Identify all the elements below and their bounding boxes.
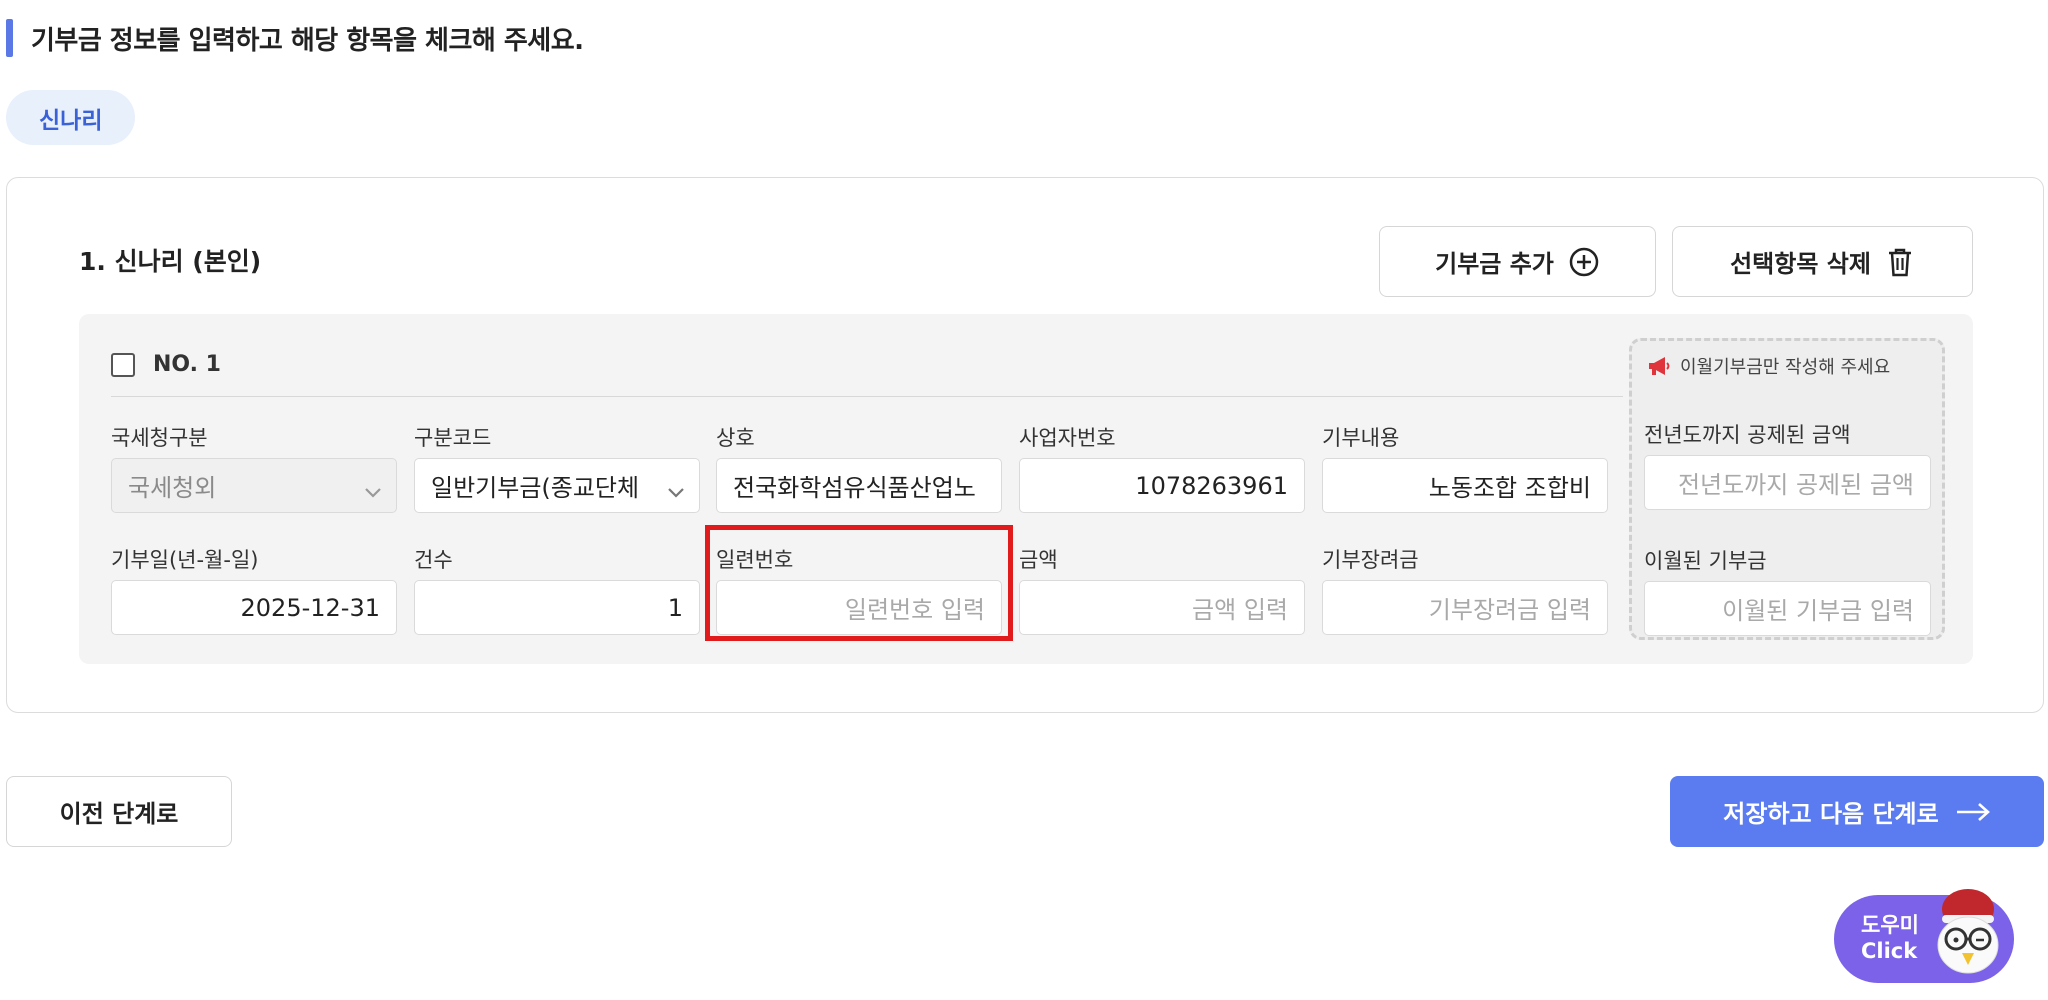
helper-mascot-icon	[1932, 885, 2004, 981]
deducted-amount-placeholder: 전년도까지 공제된 금액	[1677, 471, 1914, 499]
count-label: 건수	[414, 548, 453, 572]
chevron-down-icon	[364, 477, 382, 505]
divider	[111, 396, 1623, 397]
donation-card: 1. 신나리 (본인) 기부금 추가 선택항목 삭제 NO. 1 국세청구분 구…	[6, 177, 2044, 713]
person-tab[interactable]: 신나리	[6, 90, 136, 145]
incentive-label: 기부장려금	[1322, 548, 1419, 572]
megaphone-icon	[1646, 354, 1672, 378]
donation-entry-panel: NO. 1 국세청구분 구분코드 상호 사업자번호 기부내용 국세청외 일반기부…	[79, 314, 1973, 664]
count-value: 1	[667, 593, 683, 622]
donation-date-input[interactable]: 2025-12-31	[111, 580, 397, 635]
helper-label: 도우미 Click	[1861, 912, 1919, 964]
count-input[interactable]: 1	[414, 580, 700, 635]
amount-input[interactable]: 금액 입력	[1019, 580, 1305, 635]
carryover-notice-text: 이월기부금만 작성해 주세요	[1680, 357, 1891, 378]
section-title: 1. 신나리 (본인)	[79, 247, 262, 276]
incentive-placeholder: 기부장려금 입력	[1428, 596, 1591, 624]
tax-type-value: 국세청외	[128, 474, 217, 502]
delete-selected-button[interactable]: 선택항목 삭제	[1672, 226, 1973, 297]
carried-donation-label: 이월된 기부금	[1644, 549, 1767, 573]
add-donation-button[interactable]: 기부금 추가	[1379, 226, 1656, 297]
company-name-value: 전국화학섬유식품산업노	[733, 474, 976, 502]
carryover-notice: 이월기부금만 작성해 주세요	[1646, 353, 1890, 379]
page-title: 기부금 정보를 입력하고 해당 항목을 체크해 주세요.	[31, 25, 584, 56]
company-name-input[interactable]: 전국화학섬유식품산업노	[716, 458, 1002, 513]
plus-circle-icon	[1568, 246, 1600, 278]
business-number-label: 사업자번호	[1019, 426, 1116, 450]
add-donation-label: 기부금 추가	[1435, 250, 1554, 278]
incentive-input[interactable]: 기부장려금 입력	[1322, 580, 1608, 635]
deducted-amount-input[interactable]: 전년도까지 공제된 금액	[1644, 455, 1931, 510]
delete-selected-label: 선택항목 삭제	[1730, 250, 1871, 278]
donation-content-value: 노동조합 조합비	[1428, 474, 1591, 502]
tax-type-label: 국세청구분	[111, 426, 208, 450]
helper-button[interactable]: 도우미 Click	[1834, 889, 2014, 983]
carried-donation-input[interactable]: 이월된 기부금 입력	[1644, 581, 1931, 636]
business-number-value: 1078263961	[1135, 471, 1288, 500]
entry-header: NO. 1	[111, 352, 221, 377]
deducted-amount-label: 전년도까지 공제된 금액	[1644, 423, 1851, 447]
carried-donation-placeholder: 이월된 기부금 입력	[1722, 597, 1914, 625]
save-next-button[interactable]: 저장하고 다음 단계로	[1670, 776, 2044, 847]
category-code-value: 일반기부금(종교단체	[431, 474, 640, 502]
donation-date-label: 기부일(년-월-일)	[111, 548, 259, 572]
category-code-label: 구분코드	[414, 426, 492, 450]
page-header: 기부금 정보를 입력하고 해당 항목을 체크해 주세요.	[6, 19, 584, 57]
amount-placeholder: 금액 입력	[1192, 596, 1288, 624]
donation-date-value: 2025-12-31	[240, 593, 380, 622]
save-next-label: 저장하고 다음 단계로	[1723, 800, 1939, 828]
carryover-section: 이월기부금만 작성해 주세요 전년도까지 공제된 금액 전년도까지 공제된 금액…	[1629, 338, 1945, 640]
business-number-input[interactable]: 1078263961	[1019, 458, 1305, 513]
trash-icon	[1885, 246, 1915, 278]
amount-label: 금액	[1019, 548, 1058, 572]
serial-number-highlight	[705, 525, 1013, 641]
arrow-right-icon	[1955, 802, 1991, 822]
donation-content-input[interactable]: 노동조합 조합비	[1322, 458, 1608, 513]
donation-content-label: 기부내용	[1322, 426, 1400, 450]
header-accent-bar	[6, 19, 13, 57]
entry-number: NO. 1	[153, 352, 221, 377]
prev-step-label: 이전 단계로	[59, 800, 179, 828]
prev-step-button[interactable]: 이전 단계로	[6, 776, 232, 847]
entry-checkbox[interactable]	[111, 352, 135, 377]
company-name-label: 상호	[716, 426, 755, 450]
tax-type-select[interactable]: 국세청외	[111, 458, 397, 513]
helper-label-line1: 도우미	[1861, 913, 1919, 937]
helper-label-line2: Click	[1861, 939, 1918, 963]
category-code-select[interactable]: 일반기부금(종교단체	[414, 458, 700, 513]
chevron-down-icon	[667, 477, 685, 505]
